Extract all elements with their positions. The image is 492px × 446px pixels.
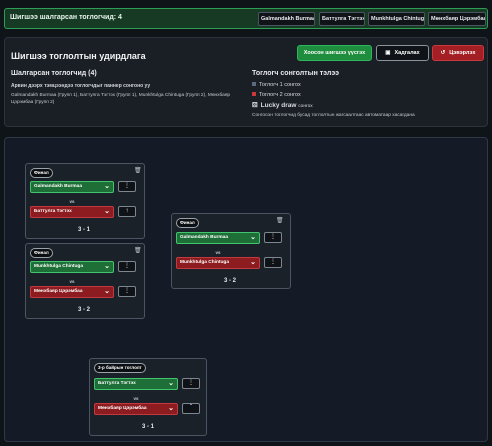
player1-name: Баттулга Тэгтэх [98,381,136,386]
panel-title: Шигшээ тоглолтын удирдлага [11,51,146,61]
vs-label: vs [215,250,221,255]
player1-name: Galmandakh Burmaa [34,184,82,189]
player2-select[interactable]: Munkhtulga Chintuga ⌄ [176,257,260,269]
chevron-down-icon: ⌄ [104,263,110,270]
reset-button[interactable]: ↺ Цэвэрлэх [432,45,484,61]
qualified-list: Galmandakh Burmaa (Групп 1), Баттулга Тэ… [11,93,231,105]
winner-chip[interactable]: Мөнхбаяр Цэрэмбаа [428,12,486,26]
player1-select[interactable]: Galmandakh Burmaa ⌄ [176,232,260,244]
bracket-control-panel: Шигшээ тоглолтын удирдлага Хоосон шигшээ… [4,37,488,127]
player1-menu-button[interactable]: ⋮ [118,181,136,192]
dice-icon: ⚄ [252,102,258,109]
chevron-down-icon: ⌄ [168,405,174,412]
rotate-left-icon: ↺ [440,50,446,56]
legend-heading: Тоглогч сонголтын тэлээ [252,70,340,77]
winners-bar: Шигшээ шалгарсан тоглогчид: 4 Galmandakh… [4,8,488,29]
player2-select[interactable]: Мөнхбаяр Цэрэмбаа ⌄ [30,286,114,298]
winner-chip[interactable]: Баттулга Тэгтэх [319,12,365,26]
match-score: 3 - 1 [141,424,154,430]
lucky-draw-row: ⚄ Lucky draw сонгох [252,101,313,109]
swatch-player2 [252,92,256,96]
round-tag: Финал [30,248,53,258]
save-button[interactable]: ▣ Хадгалах [376,45,429,61]
legend-note: Сонгосон тоглогчид бусад тоглолтын жагса… [252,113,415,118]
match-card[interactable]: 3-р байрын тоглолт Баттулга Тэгтэх ⌄ ⋮ vs… [89,358,207,436]
player2-menu-button[interactable]: ⋮ [264,257,282,268]
bracket-board: Финал 🗑 Galmandakh Burmaa ⌄ ⋮ vs Баттулга… [4,137,488,442]
round-tag: Финал [176,218,199,228]
legend-player2: Тоглогч 2 сонгох [252,92,301,98]
player1-select[interactable]: Баттулга Тэгтэх ⌄ [94,378,178,390]
create-bracket-button[interactable]: Хоосон шигшээ үүсгэх [297,45,372,61]
lucky-draw-suffix: сонгох [298,104,313,109]
player2-menu-button[interactable]: ↑ [118,206,136,217]
vs-label: vs [69,279,75,284]
chevron-down-icon: ⌄ [250,259,256,266]
player2-menu-button[interactable]: ˇ [182,403,200,414]
legend-player2-label: Тоглогч 2 сонгох [259,92,301,98]
chevron-down-icon: ⌄ [250,234,256,241]
chevron-down-icon: ⌄ [168,380,174,387]
lucky-draw-label: Lucky draw [260,102,297,109]
match-card[interactable]: Финал 🗑 Galmandakh Burmaa ⌄ ⋮ vs Баттулга… [25,163,145,239]
trash-icon[interactable]: 🗑 [134,167,142,174]
winner-chip[interactable]: Galmandakh Burmaa [258,12,315,26]
match-card[interactable]: Финал 🗑 Munkhtulga Chintuga ⌄ ⋮ vs Мөнхба… [25,243,145,319]
player1-menu-button[interactable]: ⋮ [182,378,200,389]
match-score: 3 - 2 [77,307,90,313]
winners-count: Шигшээ шалгарсан тоглогчид: 4 [10,14,122,21]
round-tag: Финал [30,168,53,178]
chevron-down-icon: ⌄ [104,208,110,215]
round-tag: 3-р байрын тоглолт [94,363,146,373]
player1-name: Munkhtulga Chintuga [34,264,84,269]
floppy-disk-icon: ▣ [385,50,391,56]
legend-player1: Тоглогч 1 сонгох [252,82,301,88]
chevron-down-icon: ⌄ [104,288,110,295]
player2-menu-button[interactable]: ⋮ [118,286,136,297]
winner-chip[interactable]: Munkhtulga Chintuga [368,12,425,26]
player1-menu-button[interactable]: ⋮ [264,232,282,243]
trash-icon[interactable]: 🗑 [276,217,284,224]
reset-label: Цэвэрлэх [449,50,476,56]
match-score: 3 - 1 [77,227,90,233]
qualified-instruction: Арвин дээрх тэмцээндээ тоглогчдыг паннер… [11,83,151,89]
player2-name: Munkhtulga Chintuga [180,260,230,265]
chevron-down-icon: ⌄ [104,183,110,190]
qualified-heading: Шалгарсан тоглогчид (4) [11,70,97,77]
match-card[interactable]: Финал 🗑 Galmandakh Burmaa ⌄ ⋮ vs Munkhtul… [171,213,291,289]
player2-name: Мөнхбаяр Цэрэмбаа [34,289,83,294]
player1-select[interactable]: Galmandakh Burmaa ⌄ [30,181,114,193]
vs-label: vs [69,199,75,204]
match-score: 3 - 2 [223,278,236,284]
vs-label: vs [133,396,139,401]
player1-name: Galmandakh Burmaa [180,235,228,240]
player1-menu-button[interactable]: ⋮ [118,261,136,272]
save-label: Хадгалах [394,50,420,56]
player2-name: Баттулга Тэгтэх [34,209,72,214]
player2-name: Мөнхбаяр Цэрэмбаа [98,406,147,411]
player2-select[interactable]: Баттулга Тэгтэх ⌄ [30,206,114,218]
player1-select[interactable]: Munkhtulga Chintuga ⌄ [30,261,114,273]
swatch-player1 [252,82,256,86]
trash-icon[interactable]: 🗑 [134,247,142,254]
player2-select[interactable]: Мөнхбаяр Цэрэмбаа ⌄ [94,403,178,415]
legend-player1-label: Тоглогч 1 сонгох [259,82,301,88]
